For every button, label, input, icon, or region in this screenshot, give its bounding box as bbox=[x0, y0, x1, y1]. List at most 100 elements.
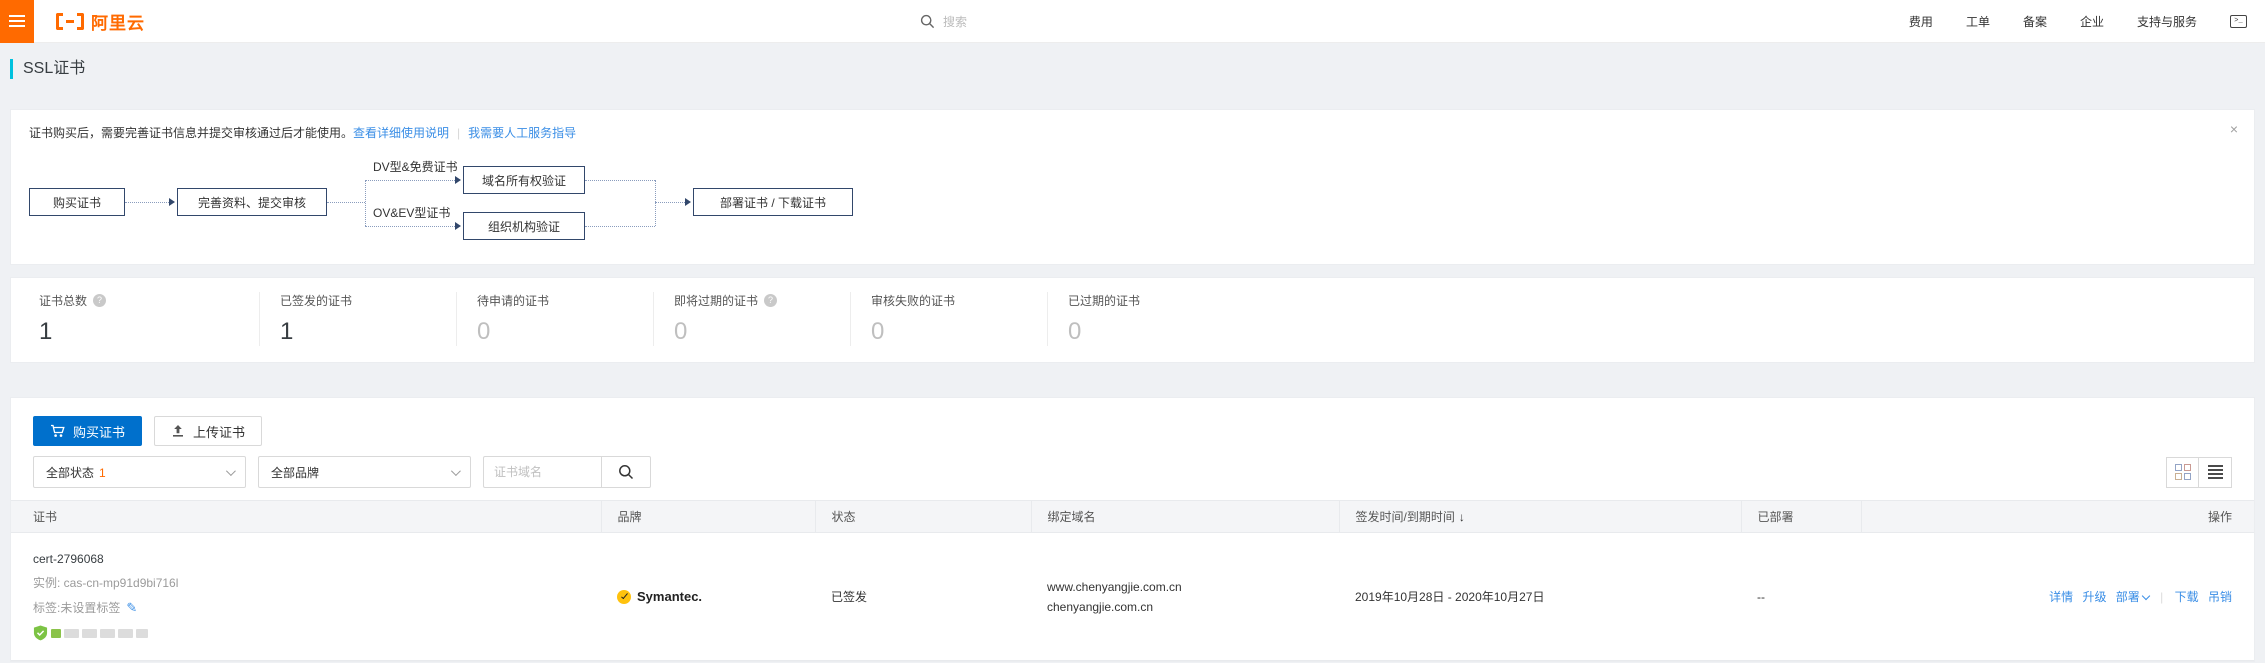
issue-expiry-dates: 2019年10月28日 - 2020年10月27日 bbox=[1355, 590, 1545, 604]
brand-filter-label: 全部品牌 bbox=[271, 465, 320, 480]
cell-brand: Symantec. bbox=[601, 532, 815, 661]
top-nav-menu: 费用 工单 备案 企业 支持与服务 >_ bbox=[1909, 13, 2265, 30]
brand-filter-dropdown[interactable]: 全部品牌 bbox=[258, 456, 471, 488]
flow-box-deploy: 部署证书 / 下载证书 bbox=[693, 188, 853, 216]
search-icon bbox=[920, 14, 935, 29]
flow-label-dv: DV型&免费证书 bbox=[373, 160, 458, 174]
card-view-icon bbox=[2174, 464, 2191, 480]
header-actions: 操作 bbox=[1860, 500, 2254, 533]
domain-search-button[interactable] bbox=[601, 456, 651, 488]
redacted-block bbox=[64, 628, 79, 638]
buy-certificate-button[interactable]: 购买证书 bbox=[33, 416, 143, 446]
sort-descending-icon[interactable]: ↓ bbox=[1459, 510, 1465, 524]
header-dates[interactable]: 签发时间/到期时间 ↓ bbox=[1338, 500, 1741, 533]
domain-search-group bbox=[483, 456, 651, 488]
certificate-list-card: 购买证书 上传证书 全部状态 1 全部品牌 证书域名 证书 品牌 状态 绑定域名… bbox=[10, 397, 2255, 662]
help-icon[interactable]: ? bbox=[93, 294, 107, 307]
stat-total-value: 1 bbox=[39, 318, 53, 345]
chevron-down-icon bbox=[450, 465, 461, 476]
stat-pending: 待申请的证书 0 bbox=[456, 292, 653, 346]
header-deployed: 已部署 bbox=[1740, 500, 1861, 533]
header-brand: 品牌 bbox=[600, 500, 815, 533]
deploy-link[interactable]: 部署 bbox=[2116, 590, 2151, 604]
upgrade-link[interactable]: 升级 bbox=[2082, 590, 2106, 604]
nav-item-icp[interactable]: 备案 bbox=[2023, 13, 2047, 30]
cell-dates: 2019年10月28日 - 2020年10月27日 bbox=[1339, 532, 1741, 661]
flow-connector bbox=[655, 202, 685, 203]
global-search[interactable] bbox=[920, 0, 1220, 43]
stat-expiring-label: 即将过期的证书 bbox=[674, 294, 759, 308]
flow-arrow-icon bbox=[169, 198, 175, 206]
view-docs-link[interactable]: 查看详细使用说明 bbox=[353, 126, 449, 140]
stat-failed-label: 审核失败的证书 bbox=[871, 294, 956, 308]
usage-guide-text: 证书购买后，需要完善证书信息并提交审核通过后才能使用。 bbox=[29, 126, 354, 140]
stat-issued: 已签发的证书 1 bbox=[259, 292, 456, 346]
upload-certificate-label: 上传证书 bbox=[193, 424, 246, 440]
certificate-tag-row: 标签:未设置标签 ✎ bbox=[33, 599, 601, 616]
table-header-row: 证书 品牌 状态 绑定域名 签发时间/到期时间 ↓ 已部署 操作 bbox=[11, 500, 2254, 533]
stat-total: 证书总数? 1 bbox=[39, 292, 259, 346]
detail-link[interactable]: 详情 bbox=[2049, 590, 2073, 604]
symantec-logo-icon bbox=[617, 589, 631, 604]
chevron-down-icon bbox=[2141, 591, 2151, 601]
flow-box-domain-verify: 域名所有权验证 bbox=[463, 166, 585, 194]
upload-certificate-button[interactable]: 上传证书 bbox=[154, 416, 263, 446]
status-filter-label: 全部状态 bbox=[46, 465, 95, 480]
download-link[interactable]: 下载 bbox=[2175, 590, 2199, 604]
usage-guide-card: 证书购买后，需要完善证书信息并提交审核通过后才能使用。查看详细使用说明 | 我需要人… bbox=[10, 109, 2255, 265]
certificate-flow-diagram: 购买证书 完善资料、提交审核 DV型&免费证书 OV&EV型证书 域名所有权验证… bbox=[29, 156, 869, 248]
certificate-stats-card: 证书总数? 1 已签发的证书 1 待申请的证书 0 即将过期的证书? 0 审核失… bbox=[10, 277, 2255, 363]
buy-certificate-label: 购买证书 bbox=[73, 424, 126, 440]
redacted-block bbox=[118, 628, 133, 638]
header-status: 状态 bbox=[814, 500, 1031, 533]
domain-search-input[interactable] bbox=[483, 456, 601, 488]
flow-label-ovev: OV&EV型证书 bbox=[373, 206, 451, 220]
list-view-button[interactable] bbox=[2199, 456, 2232, 488]
page-title: SSL证书 bbox=[10, 59, 85, 79]
nav-item-billing[interactable]: 费用 bbox=[1909, 13, 1933, 30]
help-icon[interactable]: ? bbox=[764, 294, 778, 307]
certificate-tag: 标签:未设置标签 bbox=[33, 601, 121, 615]
search-icon bbox=[619, 465, 634, 480]
header-certificate: 证书 bbox=[11, 500, 601, 533]
status-filter-dropdown[interactable]: 全部状态 1 bbox=[33, 456, 246, 488]
flow-arrow-icon bbox=[685, 198, 691, 206]
view-toggles bbox=[2166, 456, 2232, 488]
card-view-button[interactable] bbox=[2166, 456, 2199, 488]
nav-item-support[interactable]: 支持与服务 bbox=[2137, 13, 2197, 30]
hamburger-menu-icon[interactable] bbox=[0, 0, 34, 43]
toolbar: 购买证书 上传证书 bbox=[11, 416, 2254, 446]
cell-deployed: -- bbox=[1741, 532, 1861, 661]
logo-bracket-right-icon bbox=[77, 12, 84, 30]
certificate-instance: 实例: cas-cn-mp91d9bi716l bbox=[33, 576, 179, 590]
edit-tag-icon[interactable]: ✎ bbox=[126, 600, 137, 616]
flow-box-complete: 完善资料、提交审核 bbox=[177, 188, 327, 216]
stat-total-label: 证书总数 bbox=[39, 294, 88, 308]
stat-issued-value: 1 bbox=[280, 318, 294, 345]
manual-service-link[interactable]: 我需要人工服务指导 bbox=[468, 126, 576, 140]
flow-arrow-icon bbox=[455, 176, 461, 184]
cart-icon bbox=[51, 424, 65, 437]
revoke-link[interactable]: 吊销 bbox=[2208, 590, 2232, 604]
cell-certificate: cert-2796068 实例: cas-cn-mp91d9bi716l 标签:… bbox=[11, 532, 601, 661]
certificate-id[interactable]: cert-2796068 bbox=[33, 552, 601, 566]
top-navbar: 阿里云 费用 工单 备案 企业 支持与服务 >_ bbox=[0, 0, 2265, 43]
stat-pending-label: 待申请的证书 bbox=[477, 294, 550, 308]
console-terminal-icon[interactable]: >_ bbox=[2230, 14, 2247, 28]
nav-item-tickets[interactable]: 工单 bbox=[1966, 13, 1990, 30]
cell-status: 已签发 bbox=[815, 532, 1031, 661]
redacted-block bbox=[136, 628, 148, 638]
stat-expiring-value: 0 bbox=[674, 318, 688, 345]
global-search-input[interactable] bbox=[943, 14, 1183, 29]
nav-item-enterprise[interactable]: 企业 bbox=[2080, 13, 2104, 30]
bound-domain-1: www.chenyangjie.com.cn bbox=[1047, 579, 1182, 594]
close-icon[interactable]: × bbox=[2230, 122, 2238, 136]
cell-domains: www.chenyangjie.com.cn chenyangjie.com.c… bbox=[1031, 532, 1339, 661]
aliyun-logo[interactable]: 阿里云 bbox=[56, 9, 145, 34]
stat-expired: 已过期的证书 0 bbox=[1047, 292, 1244, 346]
flow-box-org-verify: 组织机构验证 bbox=[463, 212, 585, 240]
flow-connector bbox=[655, 180, 656, 226]
logo-text: 阿里云 bbox=[91, 13, 145, 33]
certificate-table: 证书 品牌 状态 绑定域名 签发时间/到期时间 ↓ 已部署 操作 cert-279… bbox=[11, 500, 2254, 661]
flow-box-buy: 购买证书 bbox=[29, 188, 125, 216]
